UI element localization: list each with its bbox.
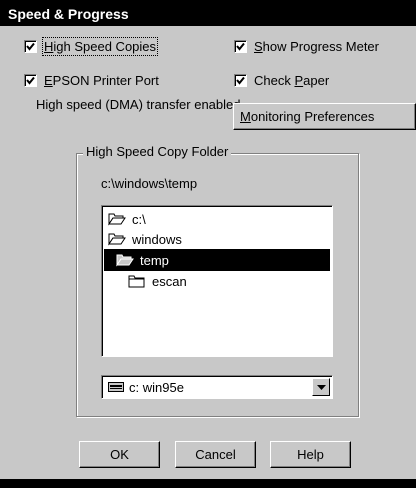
high-speed-copies-label: High Speed Copies xyxy=(41,37,159,56)
help-button[interactable]: Help xyxy=(270,441,351,468)
dialog-title: Speed & Progress xyxy=(0,0,416,26)
monitoring-preferences-label: Monitoring Preferences xyxy=(240,109,375,124)
checkmark-icon xyxy=(24,40,37,53)
tree-item-label: windows xyxy=(132,231,182,247)
open-folder-icon xyxy=(108,213,126,226)
bottom-border xyxy=(0,479,416,488)
tree-item-label: escan xyxy=(152,273,187,289)
drive-value: c: win95e xyxy=(129,379,184,395)
tree-item-windows[interactable]: windows xyxy=(104,228,182,250)
drive-select[interactable]: c: win95e xyxy=(101,375,333,399)
cancel-button[interactable]: Cancel xyxy=(175,441,256,468)
open-folder-icon xyxy=(116,254,134,267)
ok-button[interactable]: OK xyxy=(79,441,160,468)
check-paper-label: Check Paper xyxy=(254,73,330,88)
dropdown-arrow-icon[interactable] xyxy=(312,378,330,396)
open-folder-icon xyxy=(108,233,126,246)
monitoring-preferences-button[interactable]: Monitoring Preferences xyxy=(233,103,416,130)
show-progress-meter-label: Show Progress Meter xyxy=(254,39,379,54)
tree-item-label: temp xyxy=(140,252,169,268)
checkmark-icon xyxy=(234,40,247,53)
group-title: High Speed Copy Folder xyxy=(83,144,232,159)
closed-folder-icon xyxy=(128,275,145,288)
tree-item-c-root[interactable]: c:\ xyxy=(104,208,146,230)
high-speed-copies-checkbox[interactable]: High Speed Copies xyxy=(24,37,159,56)
current-folder-path: c:\windows\temp xyxy=(101,176,198,191)
tree-item-label: c:\ xyxy=(132,211,146,227)
dma-status-text: High speed (DMA) transfer enabled. xyxy=(36,97,245,112)
checkmark-icon xyxy=(234,74,247,87)
tree-item-escan[interactable]: escan xyxy=(124,270,187,292)
epson-printer-port-label: EPSON Printer Port xyxy=(44,73,159,88)
checkmark-icon xyxy=(24,74,37,87)
check-paper-checkbox[interactable]: Check Paper xyxy=(234,73,329,88)
show-progress-meter-checkbox[interactable]: Show Progress Meter xyxy=(234,39,379,54)
drive-icon xyxy=(108,382,124,392)
tree-item-temp[interactable]: temp xyxy=(104,249,330,271)
folder-tree-list[interactable]: c:\ windows temp escan xyxy=(101,205,333,357)
epson-printer-port-checkbox[interactable]: EPSON Printer Port xyxy=(24,73,159,88)
